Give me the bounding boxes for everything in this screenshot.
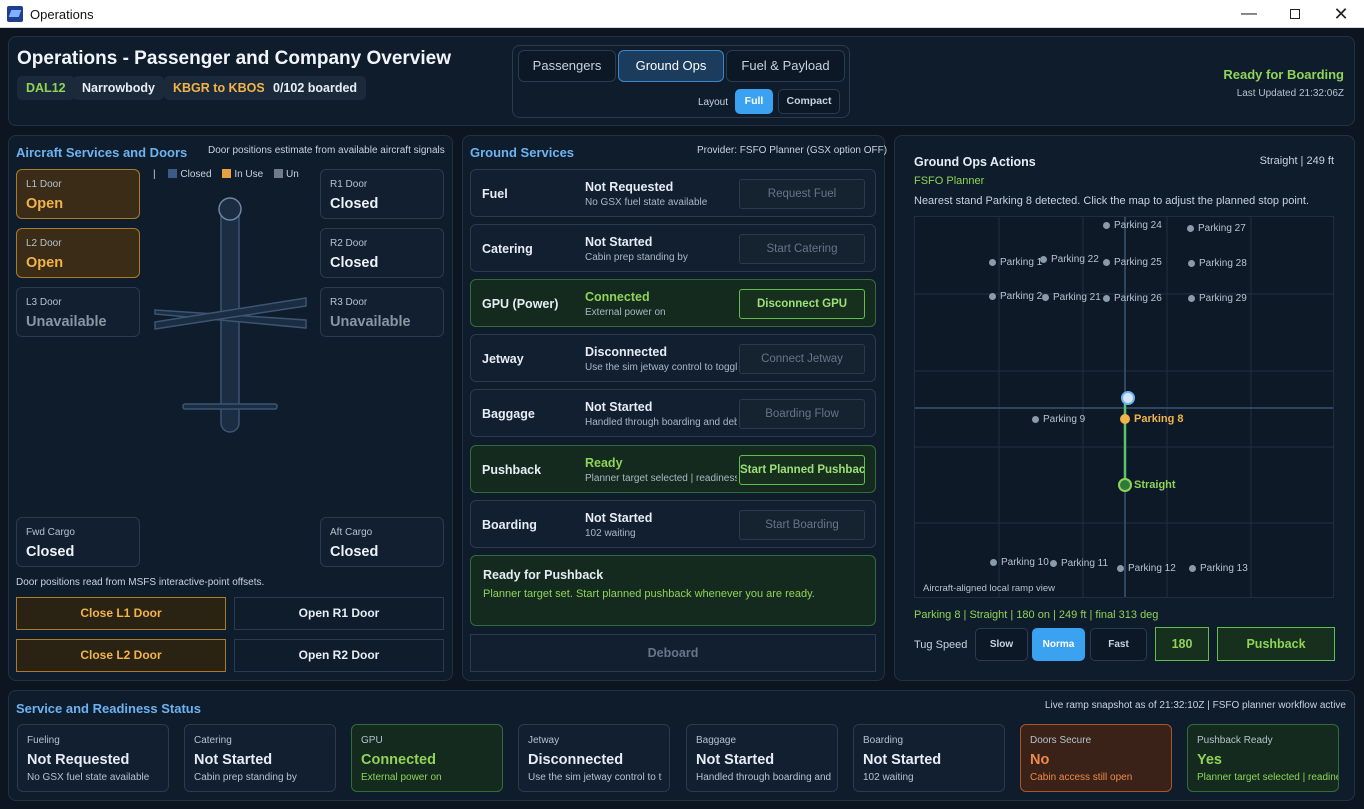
service-row-baggage: Baggage Not Started Handled through boardi… — [470, 389, 876, 437]
tug-normal-button[interactable]: Norma — [1032, 628, 1085, 661]
ramp-grid — [915, 217, 1333, 597]
pushback-summary: Parking 8 | Straight | 180 on | 249 ft |… — [914, 609, 1159, 621]
start-boarding-button[interactable]: Start Boarding — [739, 510, 865, 540]
boarding-flow-button[interactable]: Boarding Flow — [739, 399, 865, 429]
target-label: Straight — [1134, 479, 1176, 491]
stand-parking-11[interactable]: Parking 11 — [1050, 558, 1108, 569]
close-l2-door-button[interactable]: Close L2 Door — [16, 639, 226, 672]
banner-title: Ready for Pushback — [483, 568, 604, 582]
ground-ops-instruction: Nearest stand Parking 8 detected. Click … — [914, 195, 1310, 207]
tug-slow-button[interactable]: Slow — [975, 628, 1028, 661]
ground-ops-mode: Straight | 249 ft — [1259, 155, 1334, 167]
stand-parking-10[interactable]: Parking 10 — [990, 557, 1049, 568]
last-updated: Last Updated 21:32:06Z — [1236, 88, 1344, 99]
provider-text: Provider: FSFO Planner (GSX option OFF) — [697, 145, 888, 156]
status-card-boarding: Boarding Not Started 102 waiting — [853, 724, 1005, 792]
status-card-pushback-ready: Pushback Ready Yes Planner target selected… — [1187, 724, 1339, 792]
service-row-catering: Catering Not Started Cabin prep standing b… — [470, 224, 876, 272]
close-l1-door-button[interactable]: Close L1 Door — [16, 597, 226, 630]
doors-title: Aircraft Services and Doors — [16, 145, 188, 160]
app-icon — [7, 6, 23, 22]
stand-parking-26[interactable]: Parking 26 — [1103, 293, 1162, 304]
status-card-catering: Catering Not Started Cabin prep standing b… — [184, 724, 336, 792]
door-l3[interactable]: L3 Door Unavailable — [16, 287, 140, 337]
status-card-gpu: GPU Connected External power on — [351, 724, 503, 792]
door-l1[interactable]: L1 Door Open — [16, 169, 140, 219]
status-card-doors-secure: Doors Secure No Cabin access still open — [1020, 724, 1172, 792]
door-r2[interactable]: R2 Door Closed — [320, 228, 444, 278]
open-r1-door-button[interactable]: Open R1 Door — [234, 597, 444, 630]
banner-text: Planner target set. Start planned pushba… — [483, 588, 815, 600]
heading-input[interactable]: 180 — [1155, 627, 1209, 661]
stand-parking-20[interactable]: Parking 20 — [989, 291, 1043, 302]
status-card-fueling: Fueling Not Requested No GSX fuel state av… — [17, 724, 169, 792]
deboard-button[interactable]: Deboard — [470, 634, 876, 672]
readiness-title: Service and Readiness Status — [16, 701, 201, 716]
stand-parking-25[interactable]: Parking 25 — [1103, 257, 1162, 268]
start-planned-pushback-button[interactable]: Start Planned Pushback — [739, 455, 865, 485]
stand-parking-1[interactable]: Parking 1 — [989, 257, 1043, 268]
door-r1[interactable]: R1 Door Closed — [320, 169, 444, 219]
tug-speed-label: Tug Speed — [914, 639, 968, 651]
doors-footnote: Door positions read from MSFS interactiv… — [16, 577, 265, 588]
status-text: Ready for Boarding — [1223, 67, 1344, 82]
tab-bar: Passengers Ground Ops Fuel & Payload Lay… — [512, 45, 850, 118]
pushback-banner: Ready for Pushback Planner target set. S… — [470, 555, 876, 626]
flight-badge: DAL12 — [17, 76, 75, 100]
tab-fuel-payload[interactable]: Fuel & Payload — [726, 50, 845, 82]
pushback-button[interactable]: Pushback — [1217, 627, 1335, 661]
stand-parking-13[interactable]: Parking 13 — [1189, 563, 1248, 574]
disconnect-gpu-button[interactable]: Disconnect GPU — [739, 289, 865, 319]
snapshot-text: Live ramp snapshot as of 21:32:10Z | FSF… — [1044, 700, 1346, 711]
service-row-jetway: Jetway Disconnected Use the sim jetway con… — [470, 334, 876, 382]
stand-parking-12[interactable]: Parking 12 — [1117, 563, 1176, 574]
stand-parking-9[interactable]: Parking 9 — [1032, 414, 1085, 425]
door-aft-cargo[interactable]: Aft Cargo Closed — [320, 517, 444, 567]
tab-passengers[interactable]: Passengers — [518, 50, 616, 82]
current-stand-label: Parking 8 — [1134, 413, 1184, 425]
stand-parking-28[interactable]: Parking 28 — [1188, 258, 1247, 269]
maximize-icon[interactable] — [1272, 0, 1318, 28]
request-fuel-button[interactable]: Request Fuel — [739, 179, 865, 209]
door-l2[interactable]: L2 Door Open — [16, 228, 140, 278]
tug-fast-button[interactable]: Fast — [1090, 628, 1147, 661]
close-icon[interactable]: ✕ — [1318, 0, 1364, 28]
service-row-fuel: Fuel Not Requested No GSX fuel state avail… — [470, 169, 876, 217]
stand-parking-21[interactable]: Parking 21 — [1042, 292, 1101, 303]
window-title: Operations — [30, 7, 94, 22]
ground-ops-title: Ground Ops Actions — [914, 155, 1036, 169]
door-legend: | Closed In Use Un — [153, 169, 299, 180]
aircraft-type-badge: Narrowbody — [73, 76, 164, 100]
boarded-badge: 0/102 boarded — [264, 76, 367, 100]
door-fwd-cargo[interactable]: Fwd Cargo Closed — [16, 517, 140, 567]
aircraft-diagram — [154, 197, 307, 433]
planner-label: FSFO Planner — [914, 175, 985, 187]
doors-note: Door positions estimate from available a… — [208, 145, 445, 156]
ground-services-title: Ground Services — [470, 145, 575, 160]
stand-parking-22[interactable]: Parking 22 — [1040, 254, 1099, 265]
connect-jetway-button[interactable]: Connect Jetway — [739, 344, 865, 374]
service-row-pushback: Pushback Ready Planner target selected | r… — [470, 445, 876, 493]
route-badge: KBGR to KBOS — [164, 76, 274, 100]
tab-ground-ops[interactable]: Ground Ops — [618, 50, 724, 82]
page-title: Operations - Passenger and Company Overv… — [17, 48, 451, 69]
layout-full-button[interactable]: Full — [735, 89, 773, 114]
start-catering-button[interactable]: Start Catering — [739, 234, 865, 264]
status-card-baggage: Baggage Not Started Handled through boardi… — [686, 724, 838, 792]
minimize-icon[interactable]: — — [1226, 0, 1272, 28]
stand-parking-27[interactable]: Parking 27 — [1187, 223, 1246, 234]
status-card-jetway: Jetway Disconnected Use the sim jetway con… — [518, 724, 670, 792]
stand-parking-29[interactable]: Parking 29 — [1188, 293, 1247, 304]
window-titlebar: Operations — ✕ — [0, 0, 1364, 28]
service-row-gpu: GPU (Power) Connected External power on Dis… — [470, 279, 876, 327]
layout-compact-button[interactable]: Compact — [778, 89, 840, 114]
open-r2-door-button[interactable]: Open R2 Door — [234, 639, 444, 672]
door-r3[interactable]: R3 Door Unavailable — [320, 287, 444, 337]
ramp-map[interactable]: Parking 24 Parking 27 Parking 1 Parking … — [914, 216, 1334, 598]
service-row-boarding: Boarding Not Started 102 waiting Start Boar… — [470, 500, 876, 548]
layout-label: Layout — [698, 97, 729, 108]
stand-parking-24[interactable]: Parking 24 — [1103, 220, 1162, 231]
map-caption: Aircraft-aligned local ramp view — [923, 583, 1055, 594]
